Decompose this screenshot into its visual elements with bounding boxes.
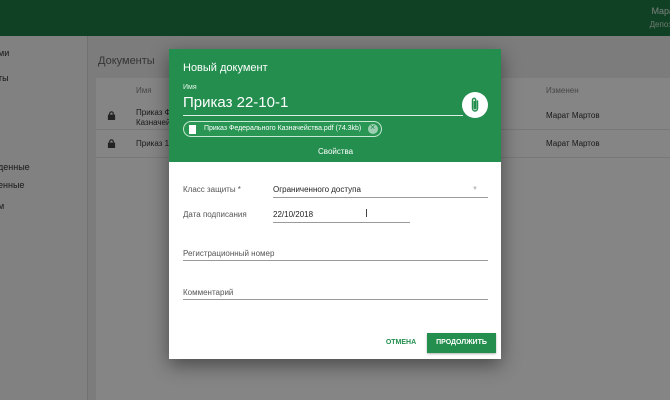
registration-number-field[interactable]: Регистрационный номер <box>183 249 274 258</box>
cancel-button[interactable]: ОТМЕНА <box>381 334 421 352</box>
paperclip-icon <box>471 97 479 112</box>
chevron-down-icon[interactable]: ▼ <box>472 186 478 192</box>
attach-file-button[interactable] <box>462 92 488 118</box>
file-icon <box>189 125 196 134</box>
name-label: Имя <box>183 84 197 91</box>
continue-button[interactable]: ПРОДОЛЖИТЬ <box>427 333 496 353</box>
comment-field[interactable]: Комментарий <box>183 288 233 297</box>
cancel-button-label: ОТМЕНА <box>385 339 417 346</box>
classification-underline <box>273 197 488 198</box>
name-input-underline <box>183 115 463 116</box>
signing-date-underline <box>273 222 410 223</box>
signing-date-label: Дата подписания <box>183 210 247 219</box>
dialog-title: Новый документ <box>183 62 268 74</box>
registration-number-underline <box>183 260 488 261</box>
continue-button-label: ПРОДОЛЖИТЬ <box>436 339 487 346</box>
remove-attachment-icon[interactable] <box>368 122 378 134</box>
attachment-name: Приказ Федерального Казначейства.pdf (74… <box>204 125 362 132</box>
new-document-dialog: Новый документ Имя Приказ 22-10-1 Приказ… <box>169 49 501 359</box>
text-cursor <box>366 209 367 217</box>
comment-underline <box>183 299 488 300</box>
properties-tab[interactable]: Свойства <box>318 147 353 156</box>
signing-date-input[interactable]: 22/10/2018 <box>273 210 313 219</box>
classification-select[interactable]: Ограниченного доступа <box>273 185 361 194</box>
dialog-header: Новый документ Имя Приказ 22-10-1 Приказ… <box>169 49 501 162</box>
name-input[interactable]: Приказ 22-10-1 <box>183 94 288 111</box>
classification-label: Класс защиты * <box>183 185 241 194</box>
attachment-chip[interactable]: Приказ Федерального Казначейства.pdf (74… <box>183 121 382 137</box>
